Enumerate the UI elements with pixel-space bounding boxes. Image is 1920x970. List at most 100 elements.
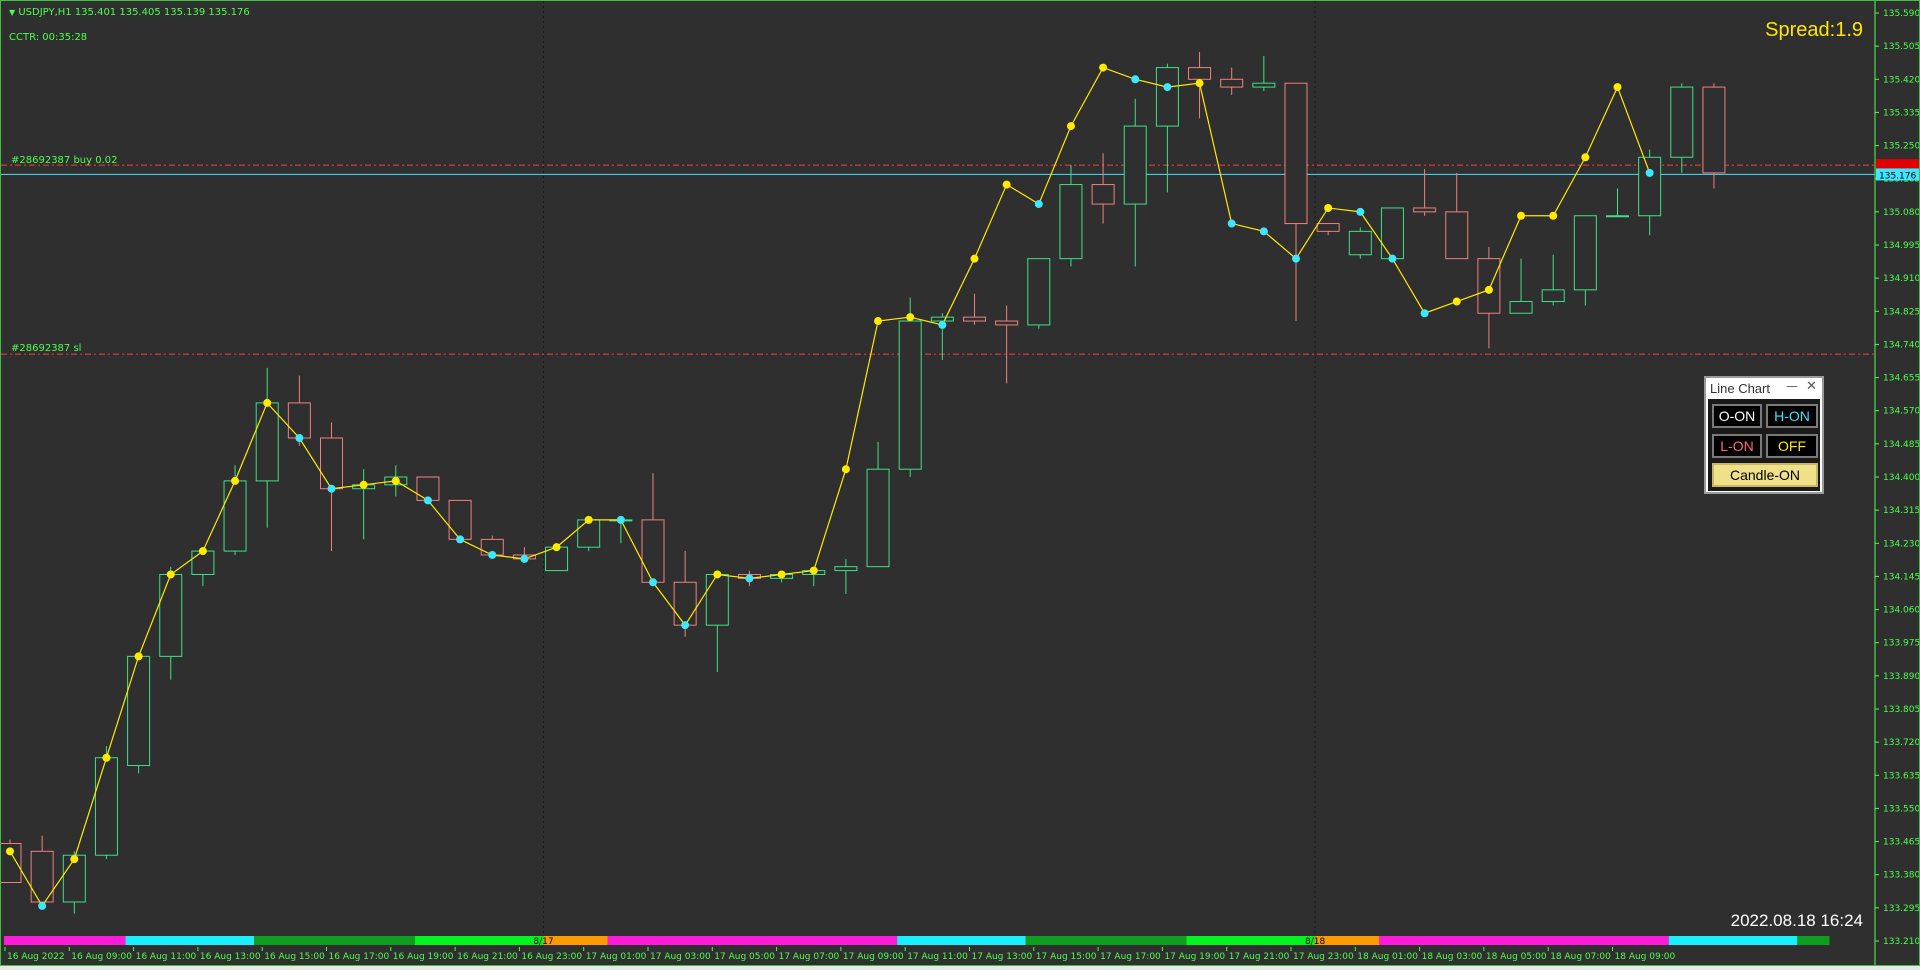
x-tick-label: 17 Aug 09:00 <box>843 952 904 962</box>
line-chart-panel[interactable]: Line Chart — ✕ O-ON H-ON L-ON OFF Candle… <box>1704 376 1824 494</box>
candle-body <box>1284 82 1308 225</box>
line-point <box>1613 83 1622 92</box>
y-tick-label: 133.465 <box>1883 838 1919 848</box>
close-icon[interactable]: ✕ <box>1806 379 1817 394</box>
x-tick-label: 17 Aug 01:00 <box>586 952 647 962</box>
candle-body <box>1252 82 1276 88</box>
line-point <box>649 578 657 587</box>
day-marker-label: 8/17 <box>533 937 553 947</box>
x-tick-label: 16 Aug 11:00 <box>136 952 197 962</box>
candle <box>448 499 472 540</box>
candle <box>1541 254 1565 306</box>
candle-body <box>995 320 1019 326</box>
candle <box>1413 168 1437 216</box>
y-tick-label: 133.635 <box>1883 771 1919 781</box>
candle-body <box>1509 301 1533 314</box>
candle-body <box>1638 156 1662 217</box>
x-tick-label: 17 Aug 23:00 <box>1293 952 1354 962</box>
minimize-icon[interactable]: — <box>1786 379 1798 393</box>
candle <box>1702 83 1726 189</box>
line-point <box>134 652 143 661</box>
candle-body <box>1220 78 1244 88</box>
line-point <box>1581 153 1590 162</box>
candle <box>834 558 858 594</box>
candle <box>1316 223 1340 236</box>
x-tick-label: 18 Aug 01:00 <box>1357 952 1418 962</box>
x-tick-label: 18 Aug 05:00 <box>1486 952 1547 962</box>
line-point <box>584 515 593 524</box>
line-point <box>1034 200 1043 209</box>
line-point <box>970 254 979 263</box>
x-tick-label: 17 Aug 13:00 <box>972 952 1033 962</box>
y-tick-label: 135.080 <box>1883 208 1919 218</box>
x-tick-label: 18 Aug 09:00 <box>1615 952 1676 962</box>
line-point <box>1517 211 1526 220</box>
symbol-quote-line: USDJPY,H1 135.401 135.405 135.139 135.17… <box>18 7 250 18</box>
candle-body <box>1445 211 1469 260</box>
candle <box>1477 246 1501 349</box>
current-price-label: 135.176 <box>1879 171 1916 181</box>
candle-body <box>127 655 151 767</box>
candle-body <box>1413 207 1437 213</box>
session-bar-segment <box>1668 936 1798 945</box>
y-tick-label: 135.505 <box>1883 42 1919 52</box>
candle <box>898 297 922 477</box>
line-point <box>841 465 850 474</box>
x-tick-label: 17 Aug 15:00 <box>1036 952 1097 962</box>
session-bar-segment <box>897 936 1026 945</box>
candle <box>1 839 22 884</box>
y-tick-label: 135.590 <box>1883 9 1919 19</box>
candle <box>1059 165 1083 267</box>
line-point <box>1645 168 1654 177</box>
off-button[interactable]: OFF <box>1766 434 1818 458</box>
low-on-button[interactable]: L-ON <box>1712 434 1762 458</box>
candle-body <box>1027 258 1051 326</box>
line-point <box>6 847 14 856</box>
x-tick-label: 16 Aug 21:00 <box>457 952 518 962</box>
line-point <box>1227 219 1236 228</box>
y-tick-label: 133.295 <box>1883 904 1919 914</box>
line-point <box>1195 79 1204 88</box>
high-on-button[interactable]: H-ON <box>1766 404 1818 428</box>
session-bar-segment <box>1379 936 1669 945</box>
symbol-info: ▼ USDJPY,H1 135.401 135.405 135.139 135.… <box>9 7 250 18</box>
y-tick-label: 133.975 <box>1883 639 1919 649</box>
open-on-button[interactable]: O-ON <box>1712 404 1762 428</box>
candle-body <box>673 581 697 626</box>
y-tick-label: 133.890 <box>1883 672 1919 682</box>
session-bar-segment <box>607 936 898 945</box>
candle-body <box>1091 184 1115 205</box>
candle-body <box>320 437 343 490</box>
x-tick-label: 17 Aug 21:00 <box>1229 952 1290 962</box>
candle-body <box>255 402 279 482</box>
y-tick-label: 133.380 <box>1883 871 1919 881</box>
candle-body <box>1348 230 1372 256</box>
buy-price-tag <box>1876 159 1919 170</box>
line-point <box>809 566 818 575</box>
line-point <box>1259 227 1268 236</box>
y-tick-label: 134.740 <box>1883 340 1919 350</box>
line-point <box>616 515 625 524</box>
candle-body <box>1316 223 1340 232</box>
x-tick-label: 18 Aug 03:00 <box>1422 952 1483 962</box>
line-point <box>713 570 722 579</box>
session-bar-segment <box>1025 936 1187 945</box>
price-chart[interactable]: 135.590 135.505 135.420 135.335 135.250 135.1… <box>1 1 1919 965</box>
candle <box>1509 258 1533 314</box>
server-datetime: 2022.08.18 16:24 <box>1730 911 1863 930</box>
candle <box>255 367 279 528</box>
line-chart-series <box>9 66 1651 908</box>
y-tick-label: 134.825 <box>1883 307 1919 317</box>
candle-body <box>1606 215 1629 218</box>
y-tick-label: 134.570 <box>1883 407 1919 417</box>
collapse-triangle-icon[interactable]: ▼ <box>9 8 15 17</box>
candle-body <box>1155 67 1179 127</box>
chart-window[interactable]: 135.590 135.505 135.420 135.335 135.250 135.1… <box>0 0 1920 966</box>
line-point <box>1549 211 1558 220</box>
candle <box>641 473 665 583</box>
candle <box>930 313 954 361</box>
candle-body <box>1670 86 1694 158</box>
candle-body <box>898 320 922 470</box>
y-tick-label: 133.805 <box>1883 705 1919 715</box>
candle-on-button[interactable]: Candle-ON <box>1712 463 1818 487</box>
